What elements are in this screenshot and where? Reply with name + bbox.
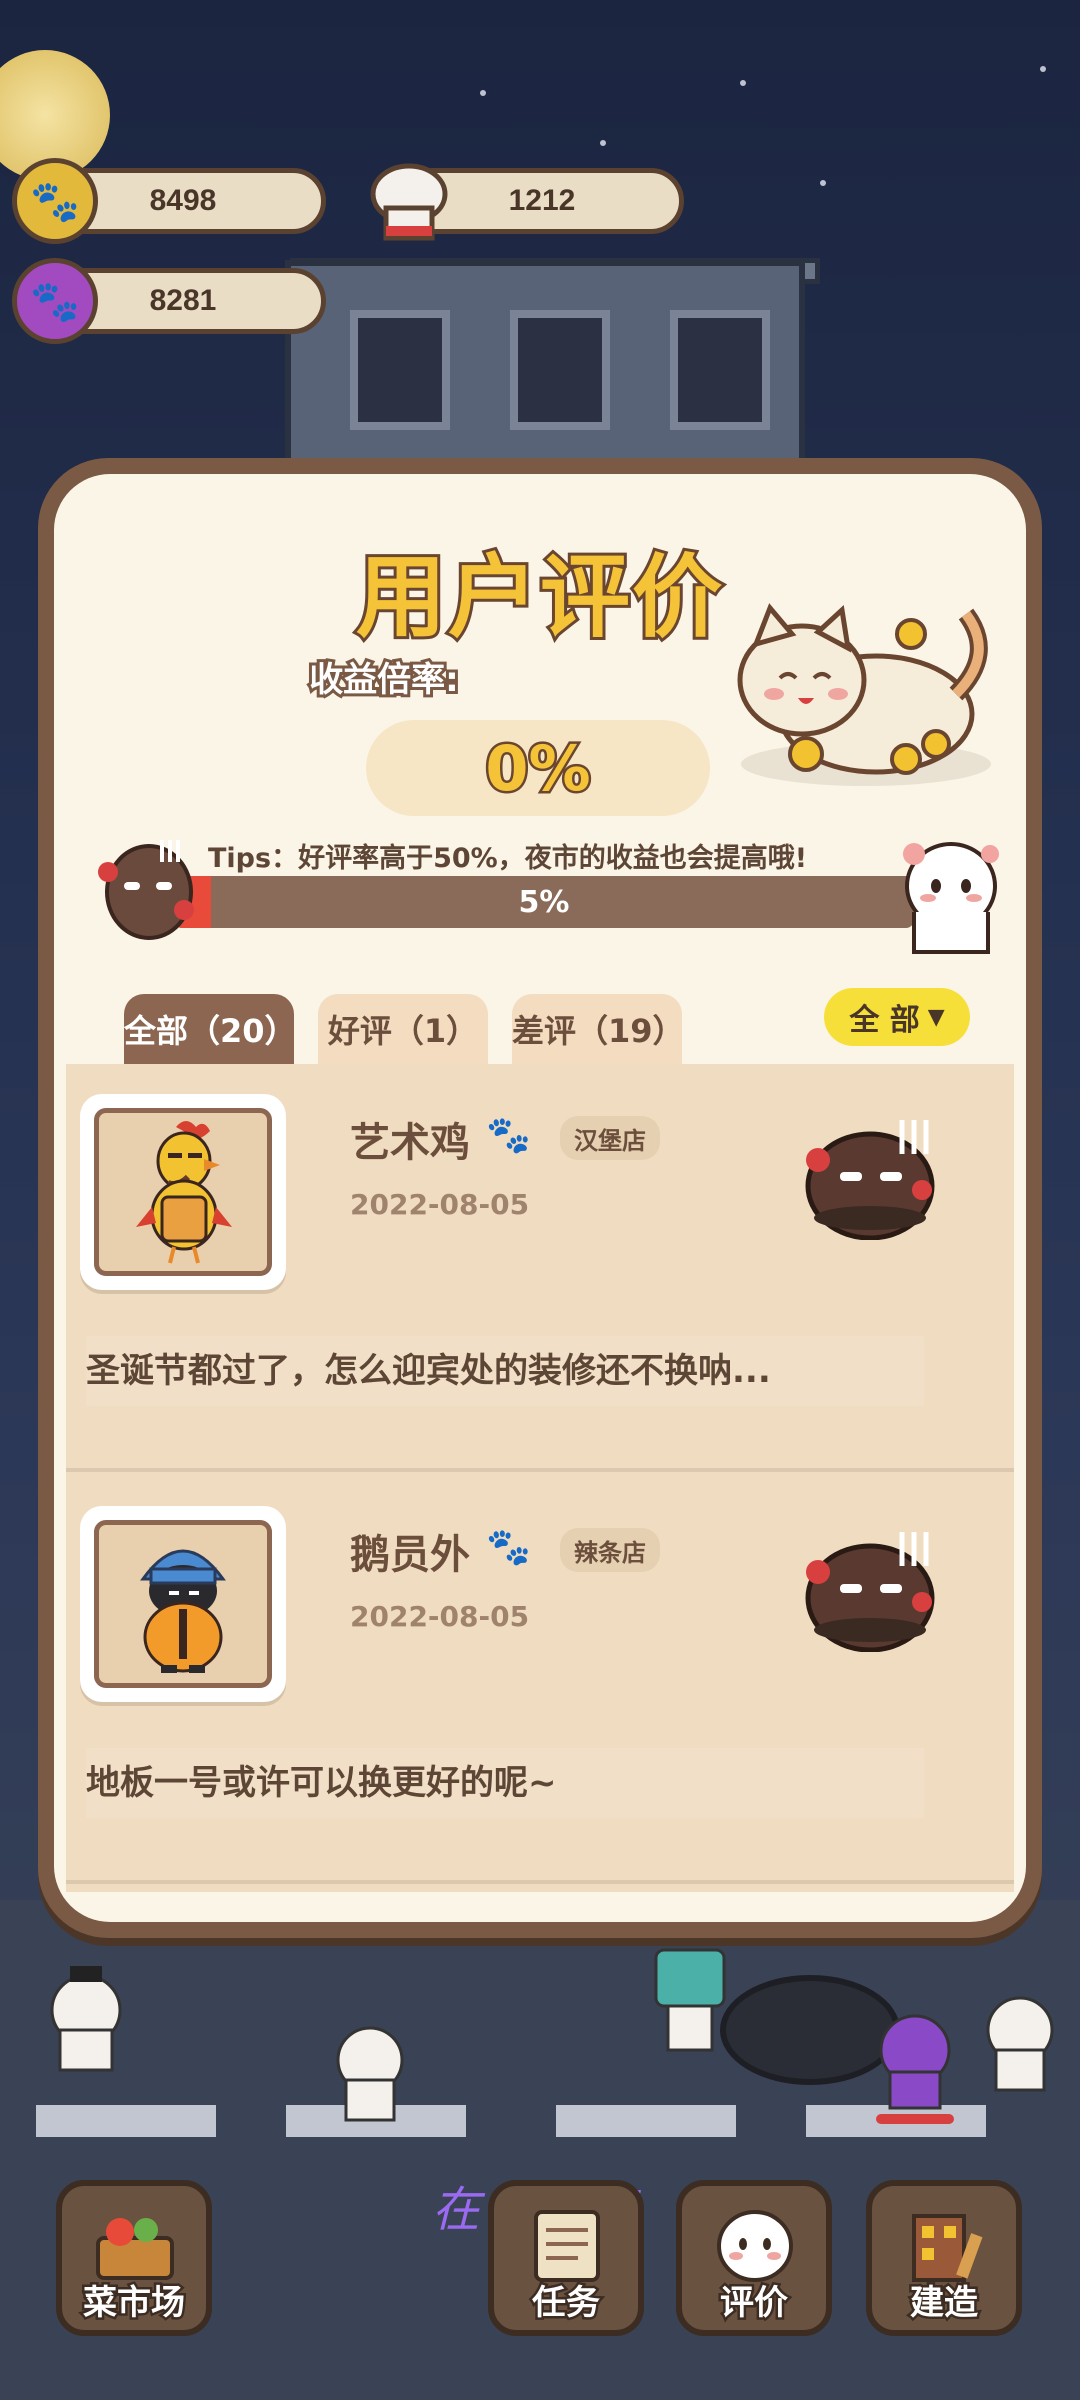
star bbox=[480, 90, 486, 96]
paw-icon: 🐾 bbox=[486, 1527, 531, 1568]
review-date: 2022-08-05 bbox=[350, 1600, 530, 1633]
review-card: 鹅员外 🐾 辣条店 2022-08-05 地板一号或许可以换更好的呢~ bbox=[66, 1476, 1014, 1884]
tips-text: Tips：好评率高于50%，夜市的收益也会提高哦! bbox=[208, 843, 808, 874]
window bbox=[350, 310, 450, 430]
window bbox=[670, 310, 770, 430]
chef-token-value: 1212 bbox=[508, 184, 576, 217]
tab-good-label: 好评（1） bbox=[327, 1012, 479, 1050]
shop-tag: 辣条店 bbox=[560, 1528, 660, 1572]
review-date: 2022-08-05 bbox=[350, 1188, 530, 1221]
crosswalk-stripe bbox=[36, 2105, 216, 2137]
reviewer-avatar bbox=[80, 1094, 286, 1290]
tab-all[interactable]: 全部（20） bbox=[124, 994, 297, 1064]
scroll-icon bbox=[534, 2210, 600, 2282]
happy-ghost-icon bbox=[903, 842, 999, 954]
nav-market-label: 菜市场 bbox=[81, 2281, 188, 2326]
review-list[interactable]: 艺术鸡 🐾 汉堡店 2022-08-05 圣诞节都过了，怎么迎宾处的装修还不换呐… bbox=[66, 1064, 1014, 1892]
rooster-icon bbox=[136, 1121, 232, 1264]
ghost-customer bbox=[986, 1996, 1054, 2092]
purple-ghost-skater bbox=[876, 2014, 954, 2124]
nav-review-button[interactable]: 评价 bbox=[676, 2180, 832, 2336]
star bbox=[740, 80, 746, 86]
tv-head-customer bbox=[654, 1948, 726, 2052]
purple-paw-value: 8281 bbox=[149, 284, 217, 317]
nav-build-button[interactable]: 建造 bbox=[866, 2180, 1022, 2336]
window bbox=[510, 310, 610, 430]
income-rate-value: 0% bbox=[366, 720, 710, 816]
building-icon bbox=[912, 2214, 983, 2282]
reviewer-name: 鹅员外 bbox=[350, 1532, 470, 1578]
crosswalk-stripe bbox=[556, 2105, 736, 2137]
ghost-customer bbox=[336, 2026, 404, 2122]
triangle-down-icon: ▼ bbox=[927, 1004, 945, 1030]
panel-body: 用户评价 收益倍率: 0% Tips：好评率高于50%，夜市的收益也会提高哦! … bbox=[54, 474, 1026, 1922]
tab-all-label: 全部（20） bbox=[124, 1012, 297, 1050]
basket-icon bbox=[96, 2218, 174, 2280]
reviewer-avatar bbox=[80, 1506, 286, 1702]
nav-task-label: 任务 bbox=[530, 2281, 603, 2326]
tab-good[interactable]: 好评（1） bbox=[318, 994, 488, 1064]
paw-icon: 🐾 bbox=[486, 1115, 531, 1156]
review-comment: 地板一号或许可以换更好的呢~ bbox=[86, 1748, 924, 1818]
tab-bad[interactable]: 差评（19） bbox=[512, 994, 685, 1064]
good-review-progress-bar: 5% bbox=[174, 876, 914, 928]
review-comment: 圣诞节都过了，怎么迎宾处的装修还不换呐... bbox=[86, 1336, 924, 1406]
nav-task-button[interactable]: 任务 bbox=[488, 2180, 644, 2336]
star bbox=[820, 180, 826, 186]
reviewer-name: 艺术鸡 bbox=[350, 1120, 470, 1166]
chef-hat-icon bbox=[370, 163, 448, 241]
lucky-cat-icon bbox=[737, 603, 991, 786]
ghost-face-icon bbox=[717, 2210, 793, 2282]
filter-label: 全 部 bbox=[849, 1003, 920, 1038]
shop-tag: 汉堡店 bbox=[560, 1116, 660, 1160]
progress-text: 5% bbox=[518, 884, 570, 920]
star bbox=[1040, 66, 1046, 72]
angry-face-icon bbox=[98, 840, 194, 940]
angry-face-icon bbox=[805, 1120, 935, 1240]
shop-filter-dropdown[interactable]: 全 部 ▼ bbox=[824, 988, 970, 1046]
nav-review-label: 评价 bbox=[718, 2281, 791, 2326]
tab-bad-label: 差评（19） bbox=[512, 1012, 685, 1050]
penguin-icon bbox=[140, 1549, 226, 1673]
paw-coin-value: 8498 bbox=[149, 184, 217, 217]
purple-paw-icon: 🐾 bbox=[12, 258, 98, 344]
paw-coin-icon: 🐾 bbox=[12, 158, 98, 244]
review-card: 艺术鸡 🐾 汉堡店 2022-08-05 圣诞节都过了，怎么迎宾处的装修还不换呐… bbox=[66, 1064, 1014, 1472]
ghost-customer bbox=[50, 1966, 122, 2072]
star bbox=[600, 140, 606, 146]
income-rate-label: 收益倍率: bbox=[306, 657, 462, 703]
angry-face-icon bbox=[805, 1532, 935, 1652]
nav-market-button[interactable]: 菜市场 bbox=[56, 2180, 212, 2336]
user-reviews-panel: 用户评价 收益倍率: 0% Tips：好评率高于50%，夜市的收益也会提高哦! … bbox=[38, 458, 1042, 1938]
nav-build-label: 建造 bbox=[908, 2281, 981, 2326]
